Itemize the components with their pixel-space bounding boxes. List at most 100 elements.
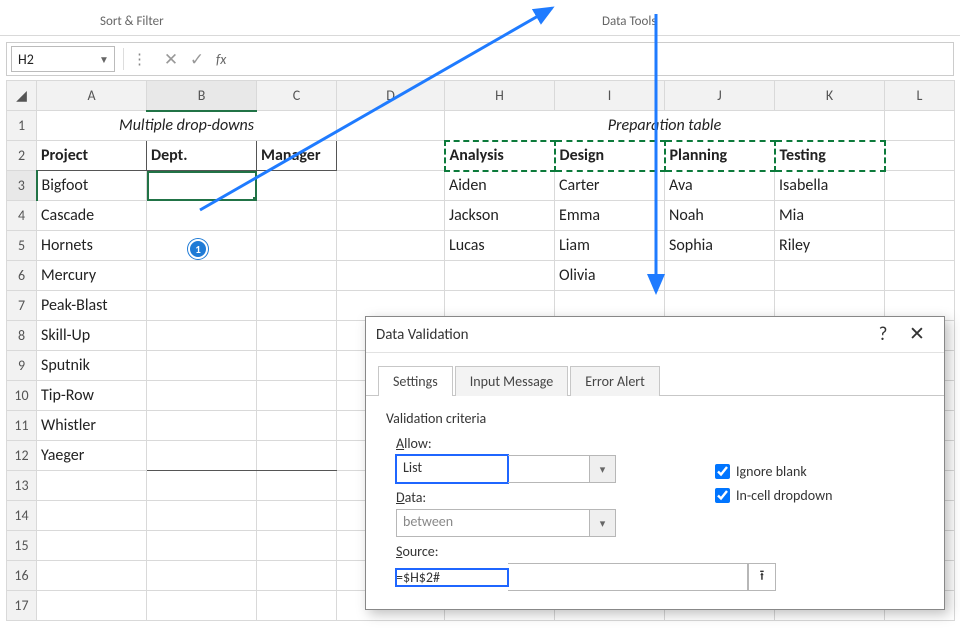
- col-H[interactable]: H: [445, 81, 555, 111]
- col-D[interactable]: D: [337, 81, 445, 111]
- row-head-3[interactable]: 3: [7, 171, 37, 201]
- data-value: between: [396, 509, 590, 537]
- cell-A12[interactable]: Yaeger: [37, 441, 147, 471]
- formula-bar-grip-icon: ⋮: [132, 50, 148, 69]
- tab-error-alert[interactable]: Error Alert: [570, 366, 660, 396]
- data-combo: between ▾: [396, 509, 616, 537]
- ignore-blank-checkbox[interactable]: Ignore blank: [711, 461, 832, 482]
- checkbox-column: Ignore blank In-cell dropdown: [711, 458, 832, 509]
- row-head-7[interactable]: 7: [7, 291, 37, 321]
- row-head-1[interactable]: 1: [7, 111, 37, 141]
- fx-label[interactable]: fx: [216, 51, 226, 68]
- incell-dropdown-input[interactable]: [715, 488, 730, 503]
- tab-settings[interactable]: Settings: [378, 366, 453, 396]
- cell-K3[interactable]: Isabella: [775, 171, 885, 201]
- col-L[interactable]: L: [885, 81, 955, 111]
- source-input-row[interactable]: =$H$2# ⭱: [396, 563, 776, 591]
- cell-A4[interactable]: Cascade: [37, 201, 147, 231]
- name-box-dropdown-icon[interactable]: ▼: [96, 50, 112, 68]
- row-head-17[interactable]: 17: [7, 591, 37, 621]
- cell-J5[interactable]: Sophia: [665, 231, 775, 261]
- source-value[interactable]: =$H$2#: [396, 569, 508, 586]
- row-head-5[interactable]: 5: [7, 231, 37, 261]
- ribbon-groups: Sort & Filter Data Tools: [0, 0, 960, 36]
- allow-label: Allow:: [396, 435, 924, 452]
- row-2[interactable]: 2 Project Dept. Manager Analysis Design …: [7, 141, 955, 171]
- cell-A6[interactable]: Mercury: [37, 261, 147, 291]
- cell-H5[interactable]: Lucas: [445, 231, 555, 261]
- incell-dropdown-checkbox[interactable]: In-cell dropdown: [711, 485, 832, 506]
- row-head-10[interactable]: 10: [7, 381, 37, 411]
- row-1[interactable]: 1 Multiple drop-downs Preparation table: [7, 111, 955, 141]
- dialog-close-button[interactable]: ✕: [900, 323, 934, 346]
- allow-combo[interactable]: List ▾: [396, 455, 616, 483]
- dialog-help-button[interactable]: ?: [866, 323, 900, 346]
- cell-H4[interactable]: Jackson: [445, 201, 555, 231]
- cell-A9[interactable]: Sputnik: [37, 351, 147, 381]
- cell-J3[interactable]: Ava: [665, 171, 775, 201]
- cell-I5[interactable]: Liam: [555, 231, 665, 261]
- col-J[interactable]: J: [665, 81, 775, 111]
- col-B[interactable]: B: [147, 81, 257, 111]
- col-A[interactable]: A: [37, 81, 147, 111]
- col-K[interactable]: K: [775, 81, 885, 111]
- data-validation-dialog: Data Validation ? ✕ Settings Input Messa…: [365, 316, 945, 610]
- hdr-analysis: Analysis: [445, 141, 555, 171]
- row-head-4[interactable]: 4: [7, 201, 37, 231]
- row-head-12[interactable]: 12: [7, 441, 37, 471]
- cell-A5[interactable]: Hornets: [37, 231, 147, 261]
- allow-dropdown-icon[interactable]: ▾: [590, 455, 616, 483]
- cell-K4[interactable]: Mia: [775, 201, 885, 231]
- source-label: Source:: [396, 543, 924, 560]
- ignore-blank-label: Ignore blank: [736, 463, 807, 480]
- ignore-blank-input[interactable]: [715, 464, 730, 479]
- allow-value[interactable]: List: [396, 455, 508, 483]
- cell-A10[interactable]: Tip-Row: [37, 381, 147, 411]
- dialog-body: Validation criteria Allow: List ▾ Data: …: [366, 396, 944, 609]
- range-picker-icon[interactable]: ⭱: [748, 563, 776, 591]
- row-5[interactable]: 5 Hornets Lucas Liam Sophia Riley: [7, 231, 955, 261]
- cell-I6[interactable]: Olivia: [555, 261, 665, 291]
- row-4[interactable]: 4 Cascade Jackson Emma Noah Mia: [7, 201, 955, 231]
- cell-I4[interactable]: Emma: [555, 201, 665, 231]
- cancel-formula-icon[interactable]: ✕: [158, 49, 184, 70]
- row-6[interactable]: 6 Mercury Olivia: [7, 261, 955, 291]
- formula-bar-row: H2 ▼ ⋮ ✕ ✓ fx: [6, 42, 954, 76]
- incell-dropdown-label: In-cell dropdown: [736, 487, 832, 504]
- row-head-15[interactable]: 15: [7, 531, 37, 561]
- cell-I3[interactable]: Carter: [555, 171, 665, 201]
- ribbon-group-sortfilter: Sort & Filter: [100, 14, 164, 29]
- row-head-11[interactable]: 11: [7, 411, 37, 441]
- source-rest[interactable]: [508, 563, 748, 591]
- row-head-16[interactable]: 16: [7, 561, 37, 591]
- cell-H3[interactable]: Aiden: [445, 171, 555, 201]
- hdr-dept: Dept.: [147, 141, 257, 171]
- cell-A3[interactable]: Bigfoot: [37, 171, 147, 201]
- hdr-design: Design: [555, 141, 665, 171]
- row-3[interactable]: 3 Bigfoot Aiden Carter Ava Isabella: [7, 171, 955, 201]
- preparation-table-title: Preparation table: [445, 111, 885, 141]
- hdr-project: Project: [37, 141, 147, 171]
- cell-B3-selected[interactable]: [147, 171, 257, 201]
- row-head-6[interactable]: 6: [7, 261, 37, 291]
- row-head-13[interactable]: 13: [7, 471, 37, 501]
- select-all-corner[interactable]: ◢: [7, 81, 37, 111]
- row-head-14[interactable]: 14: [7, 501, 37, 531]
- tab-input-message[interactable]: Input Message: [455, 366, 568, 396]
- cell-J4[interactable]: Noah: [665, 201, 775, 231]
- accept-formula-icon[interactable]: ✓: [184, 49, 210, 70]
- dialog-titlebar[interactable]: Data Validation ? ✕: [366, 317, 944, 353]
- cell-A11[interactable]: Whistler: [37, 411, 147, 441]
- cell-A7[interactable]: Peak-Blast: [37, 291, 147, 321]
- data-dropdown-icon: ▾: [590, 509, 616, 537]
- name-box[interactable]: H2 ▼: [11, 46, 115, 72]
- cell-K5[interactable]: Riley: [775, 231, 885, 261]
- row-head-8[interactable]: 8: [7, 321, 37, 351]
- validation-criteria-label: Validation criteria: [386, 410, 924, 427]
- row-head-2[interactable]: 2: [7, 141, 37, 171]
- hdr-manager: Manager: [257, 141, 337, 171]
- col-I[interactable]: I: [555, 81, 665, 111]
- col-C[interactable]: C: [257, 81, 337, 111]
- cell-A8[interactable]: Skill-Up: [37, 321, 147, 351]
- row-head-9[interactable]: 9: [7, 351, 37, 381]
